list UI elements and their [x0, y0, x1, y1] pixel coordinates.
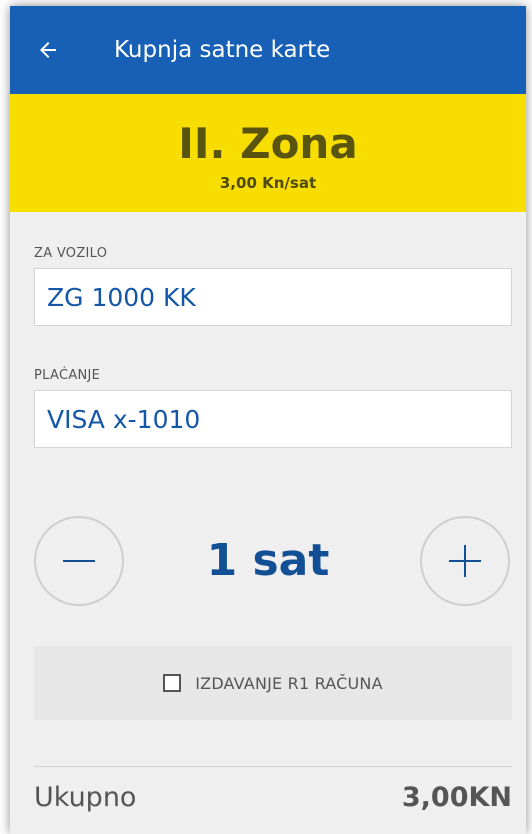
vehicle-field[interactable]: ZG 1000 KK: [34, 268, 512, 326]
vehicle-value: ZG 1000 KK: [47, 282, 196, 312]
increment-button[interactable]: [420, 516, 510, 606]
zone-price: 3,00 Kn/sat: [219, 174, 317, 192]
r1-invoice-label: IZDAVANJE R1 RAČUNA: [195, 673, 383, 693]
payment-field[interactable]: VISA x-1010: [34, 390, 512, 448]
total-label: Ukupno: [34, 782, 137, 813]
plus-icon: [449, 545, 481, 577]
phone-screen: Kupnja satne karte II. Zona 3,00 Kn/sat …: [10, 6, 526, 834]
decrement-button[interactable]: [34, 516, 124, 606]
total-value: 3,00KN: [401, 782, 512, 813]
app-bar: Kupnja satne karte: [10, 6, 526, 94]
payment-label: PLAĆANJE: [34, 368, 101, 383]
duration-value: 1 sat: [206, 535, 330, 586]
divider: [34, 766, 512, 767]
r1-invoice-checkbox[interactable]: [163, 674, 182, 692]
minus-icon: [63, 560, 95, 562]
arrow-left-icon: [40, 42, 56, 58]
r1-invoice-toggle[interactable]: IZDAVANJE R1 RAČUNA: [34, 646, 512, 720]
payment-value: VISA x-1010: [47, 404, 201, 434]
zone-name: II. Zona: [178, 119, 358, 168]
zone-banner: II. Zona 3,00 Kn/sat: [10, 94, 526, 212]
back-button[interactable]: [32, 34, 64, 66]
page-title: Kupnja satne karte: [114, 37, 331, 63]
vehicle-label: ZA VOZILO: [34, 246, 108, 261]
